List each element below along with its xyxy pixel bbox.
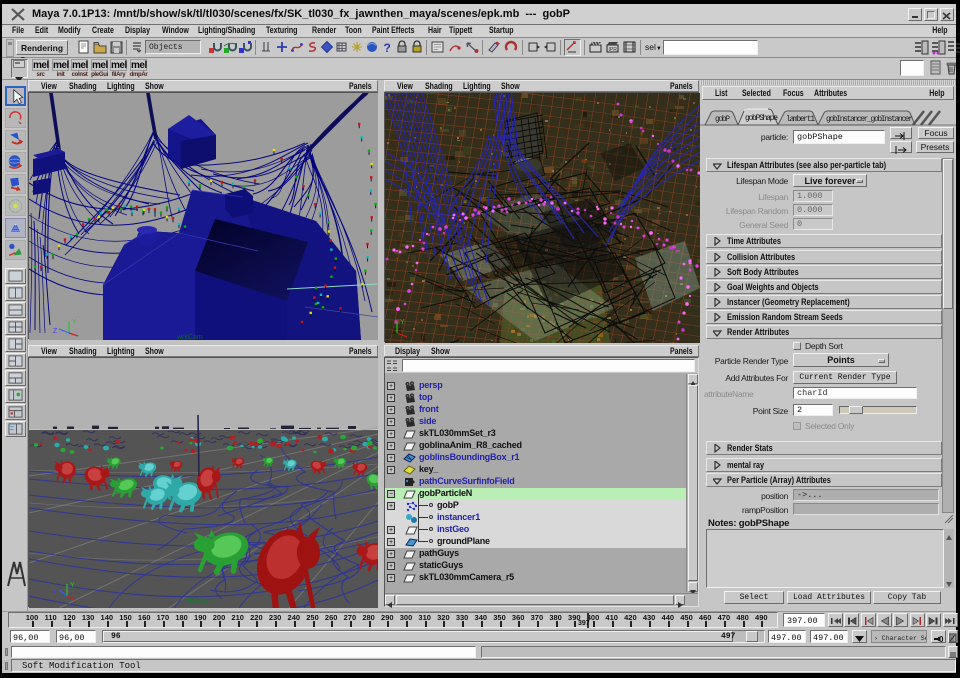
svg-text:gobPShape: gobPShape <box>745 114 778 123</box>
svg-text:?: ? <box>384 41 391 55</box>
svg-text:Y: Y <box>400 319 405 326</box>
svg-text:0: 0 <box>939 635 944 644</box>
svg-text:Y: Y <box>70 582 75 589</box>
svg-text:gobP: gobP <box>715 115 730 124</box>
svg-text:gobInstancer_gobInstancer: gobInstancer_gobInstancer <box>826 115 913 124</box>
svg-text:IPR: IPR <box>609 47 618 53</box>
svg-text:wrkCam: wrkCam <box>176 334 203 340</box>
svg-text:Z: Z <box>53 328 58 335</box>
svg-text:RefCam: RefCam <box>187 598 213 605</box>
svg-text:z: z <box>53 589 57 596</box>
svg-text:lambert1: lambert1 <box>786 115 815 124</box>
svg-text:Y: Y <box>72 319 77 326</box>
